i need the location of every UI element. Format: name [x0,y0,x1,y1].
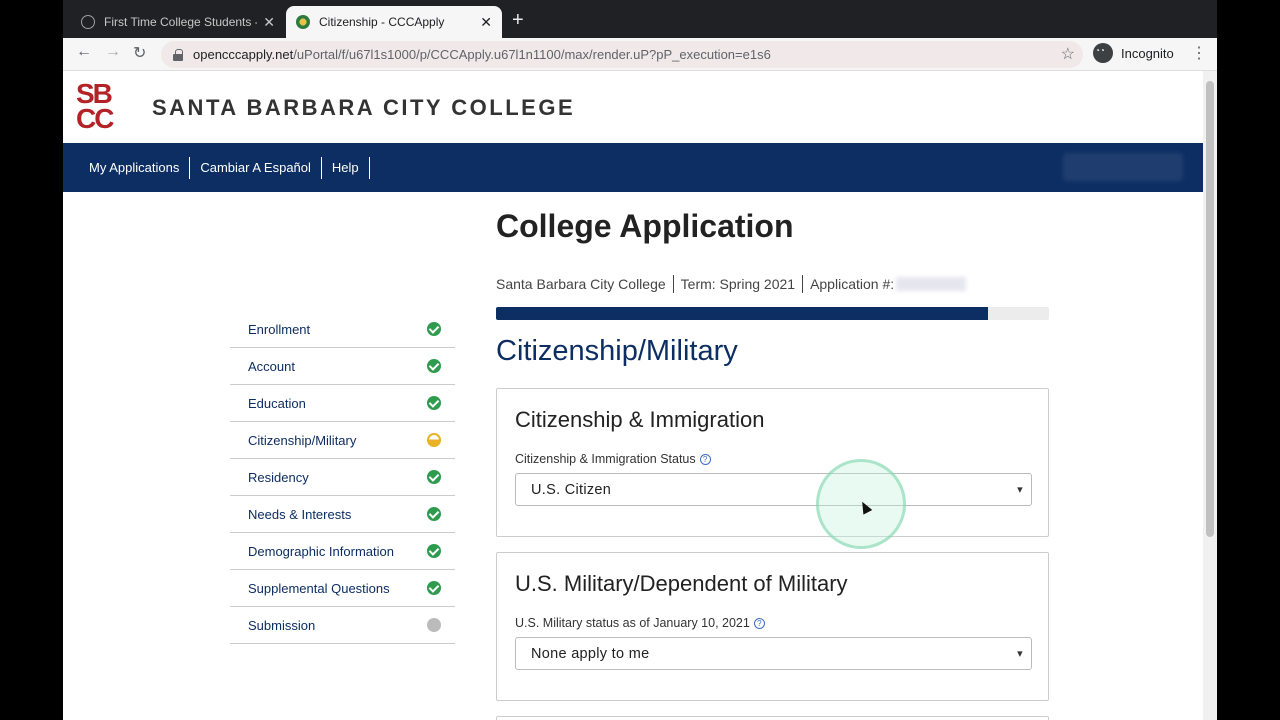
incognito-icon [1093,43,1113,63]
site-header: SB CC SANTA BARBARA CITY COLLEGE [63,71,1203,143]
url-path: /uPortal/f/u67l1s1000/p/CCCApply.u67l1n1… [293,47,771,62]
meta-term: Term: Spring 2021 [680,276,796,292]
tab-title: Citizenship - CCCApply [319,15,445,29]
step-label: Education [248,395,306,411]
citizenship-card: Citizenship & Immigration Citizenship & … [496,388,1049,537]
globe-icon [81,15,95,29]
selected-value: None apply to me [531,645,650,662]
page: SB CC SANTA BARBARA CITY COLLEGE My Appl… [63,71,1203,720]
step-label: Residency [248,469,309,485]
top-nav: My Applications Cambiar A Español Help [63,143,1203,192]
sbcc-logo[interactable]: SB CC [76,80,138,134]
field-label: U.S. Military status as of January 10, 2… [515,616,1030,630]
military-status-label: U.S. Military status as of January 10, 2… [515,616,750,630]
progress-fill [496,307,989,320]
user-menu-redacted[interactable] [1063,153,1183,181]
back-arrow-icon[interactable]: ← [76,43,92,61]
step-education[interactable]: Education [230,385,455,422]
step-supplemental-questions[interactable]: Supplemental Questions [230,570,455,607]
scrollbar[interactable] [1203,71,1217,720]
citizenship-status-label: Citizenship & Immigration Status [515,452,696,466]
step-label: Submission [248,617,316,633]
step-submission[interactable]: Submission [230,607,455,644]
pending-circle-icon [427,618,441,632]
cccapply-icon [296,15,310,29]
step-residency[interactable]: Residency [230,459,455,496]
nav-cambiar-espanol[interactable]: Cambiar A Español [190,156,322,179]
help-icon[interactable]: ? [699,453,711,465]
nav-help[interactable]: Help [322,156,370,179]
logo-line-2: CC [76,103,114,134]
check-circle-icon [427,544,441,558]
half-circle-icon [427,433,441,447]
check-circle-icon [427,581,441,595]
check-circle-icon [427,470,441,484]
chevron-down-icon: ▾ [1017,484,1023,496]
menu-dots-icon[interactable]: ⋮ [1191,43,1207,63]
new-tab-icon[interactable]: + [512,10,524,30]
tab-bar: First Time College Students - S ✕ Citize… [63,0,1217,38]
meta-application: Application #: [810,276,895,292]
selected-value: U.S. Citizen [531,481,612,498]
chevron-down-icon: ▾ [1017,648,1023,660]
tab-citizenship[interactable]: Citizenship - CCCApply ✕ [286,6,502,38]
lock-icon [173,48,183,61]
profile-label: Incognito [1121,45,1174,61]
step-label: Enrollment [248,321,311,337]
tab-title: First Time College Students - S [104,15,258,29]
close-icon[interactable]: ✕ [263,14,275,31]
reload-icon[interactable]: ↻ [133,43,146,63]
progress-bar [496,307,1049,320]
main-content: College Application Santa Barbara City C… [496,201,1049,720]
step-label: Citizenship/Military [248,432,357,448]
step-account[interactable]: Account [230,348,455,385]
step-label: Needs & Interests [248,506,352,522]
field-label: Citizenship & Immigration Status ? [515,452,1030,466]
next-card [496,716,1049,720]
step-needs-interests[interactable]: Needs & Interests [230,496,455,533]
military-status-select[interactable]: None apply to me ▾ [515,637,1032,670]
url-host: opencccapply.net [193,47,294,62]
address-bar[interactable]: opencccapply.net/uPortal/f/u67l1s1000/p/… [161,41,1083,68]
application-meta: Santa Barbara City College Term: Spring … [496,275,1049,293]
check-circle-icon [427,396,441,410]
check-circle-icon [427,359,441,373]
browser-window: First Time College Students - S ✕ Citize… [63,0,1217,720]
scrollbar-thumb[interactable] [1206,81,1214,537]
college-name: SANTA BARBARA CITY COLLEGE [152,95,576,120]
step-label: Supplemental Questions [248,580,390,596]
nav-my-applications[interactable]: My Applications [79,156,191,179]
check-circle-icon [427,322,441,336]
divider [802,275,804,293]
profile-indicator[interactable]: Incognito [1093,43,1174,63]
section-title: Citizenship/Military [496,335,738,367]
step-enrollment[interactable]: Enrollment [230,311,455,348]
bookmark-star-icon[interactable]: ☆ [1061,44,1075,64]
tab-first-time-students[interactable]: First Time College Students - S ✕ [71,6,285,38]
page-title: College Application [496,208,794,244]
card-heading: Citizenship & Immigration [515,407,765,432]
divider [672,275,674,293]
close-icon[interactable]: ✕ [480,14,492,31]
forward-arrow-icon[interactable]: → [105,43,121,61]
help-icon[interactable]: ? [753,617,765,629]
browser-toolbar: ← → ↻ opencccapply.net/uPortal/f/u67l1s1… [63,38,1217,71]
step-list: Enrollment Account Education Citizenship/Mi… [230,311,455,644]
military-card: U.S. Military/Dependent of Military U.S.… [496,552,1049,701]
meta-college: Santa Barbara City College [496,276,666,292]
citizenship-status-select[interactable]: U.S. Citizen ▾ [515,473,1032,506]
application-number-redacted [896,277,967,291]
check-circle-icon [427,507,441,521]
card-heading: U.S. Military/Dependent of Military [515,571,848,596]
step-label: Account [248,358,295,374]
step-citizenship-military[interactable]: Citizenship/Military [230,422,455,459]
step-demographic-information[interactable]: Demographic Information [230,533,455,570]
step-label: Demographic Information [248,543,394,559]
